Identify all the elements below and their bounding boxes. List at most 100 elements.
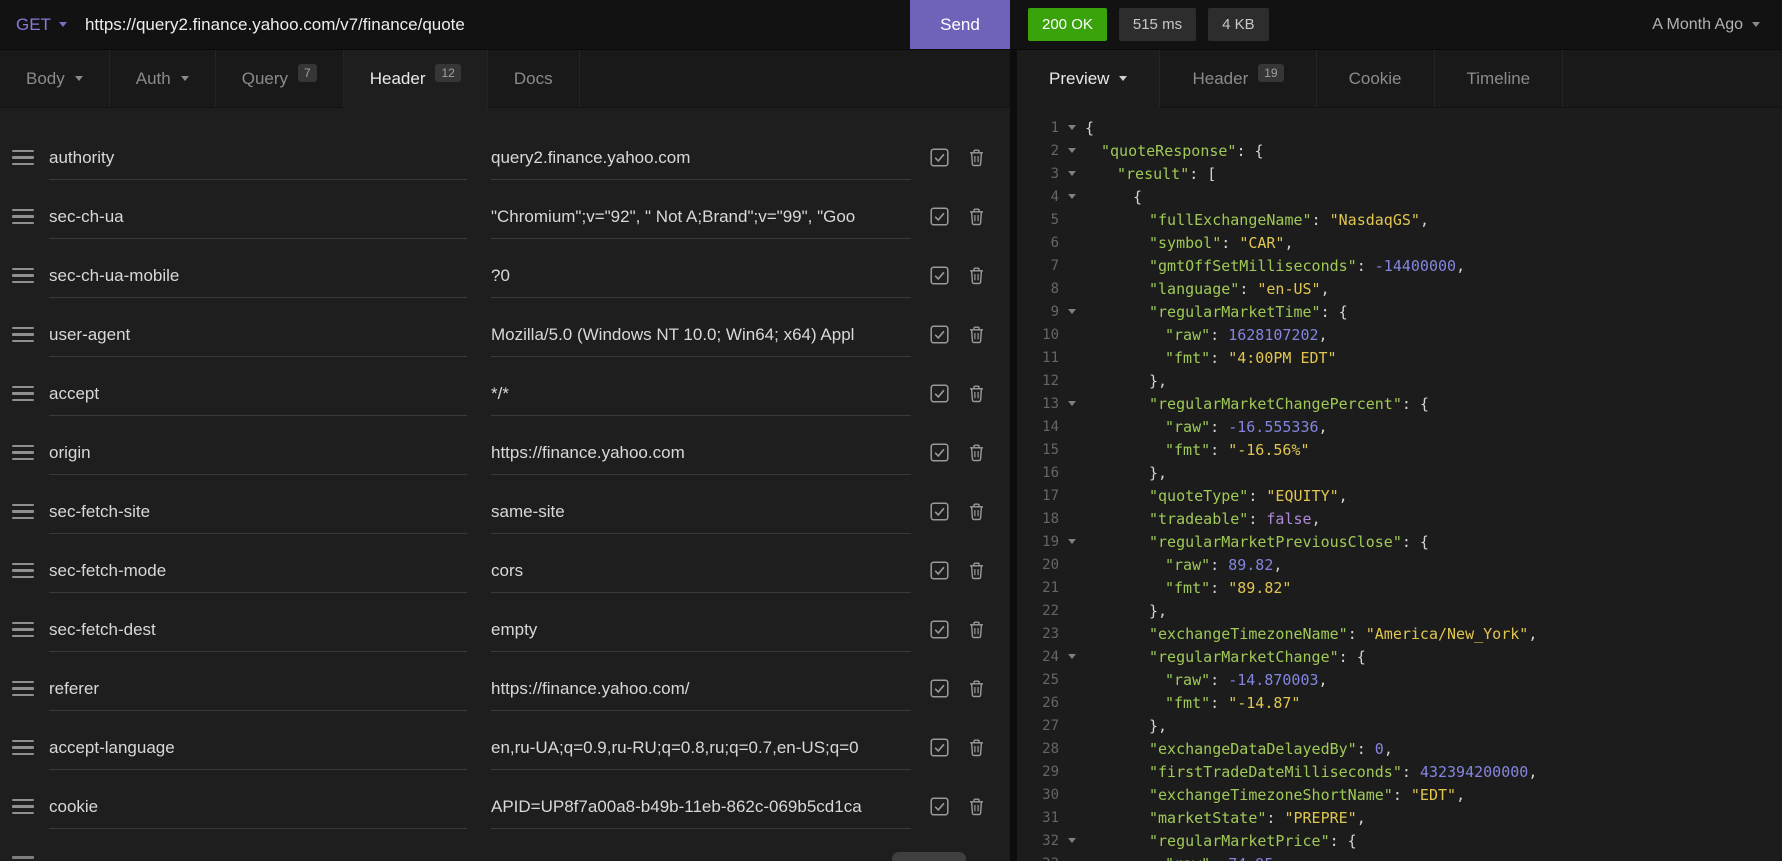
header-name-input[interactable]: sec-fetch-site <box>49 482 467 541</box>
fold-toggle-icon[interactable] <box>1059 401 1085 406</box>
response-tab-cookie[interactable]: Cookie <box>1317 50 1435 107</box>
drag-handle-icon[interactable] <box>12 208 34 225</box>
header-value-input[interactable]: https://finance.yahoo.com <box>491 423 911 482</box>
header-value-input[interactable]: query2.finance.yahoo.com <box>491 128 911 187</box>
header-value-input[interactable]: en,ru-UA;q=0.9,ru-RU;q=0.8,ru;q=0.7,en-U… <box>491 718 911 777</box>
url-input[interactable]: https://query2.finance.yahoo.com/v7/fina… <box>85 0 910 49</box>
line-number: 26 <box>1042 694 1059 711</box>
header-enabled-checkbox[interactable] <box>930 443 949 462</box>
response-json-viewer[interactable]: 1{2 "quoteResponse": {3 "result": [4{5 "ful… <box>1017 108 1782 861</box>
header-enabled-checkbox[interactable] <box>930 620 949 639</box>
code-text: "symbol": "CAR", <box>1149 233 1294 252</box>
header-row: origin https://finance.yahoo.com <box>0 423 1010 482</box>
fold-toggle-icon[interactable] <box>1059 171 1085 176</box>
delete-header-button[interactable] <box>968 207 985 226</box>
header-enabled-checkbox[interactable] <box>930 738 949 757</box>
header-enabled-checkbox[interactable] <box>930 502 949 521</box>
drag-handle-icon[interactable] <box>12 267 34 284</box>
header-enabled-checkbox[interactable] <box>930 207 949 226</box>
line-number: 16 <box>1042 464 1059 481</box>
request-tab-query[interactable]: Query 7 <box>216 50 344 107</box>
delete-header-button[interactable] <box>968 561 985 580</box>
header-enabled-checkbox[interactable] <box>930 266 949 285</box>
header-name-input[interactable]: origin <box>49 423 467 482</box>
request-tab-body[interactable]: Body <box>0 50 110 107</box>
scrollbar-thumb[interactable] <box>892 852 966 861</box>
header-name-input[interactable]: accept <box>49 364 467 423</box>
drag-handle-icon[interactable] <box>12 326 34 343</box>
method-dropdown[interactable]: GET <box>0 0 85 49</box>
drag-handle-icon[interactable] <box>12 798 34 815</box>
fold-toggle-icon[interactable] <box>1059 194 1085 199</box>
drag-handle-icon[interactable] <box>12 149 34 166</box>
header-value-input[interactable]: cors <box>491 541 911 600</box>
header-value-input[interactable]: empty <box>491 600 911 659</box>
drag-handle-icon[interactable] <box>12 503 34 520</box>
drag-handle-icon[interactable] <box>12 856 34 861</box>
response-tab-timeline[interactable]: Timeline <box>1435 50 1564 107</box>
delete-header-button[interactable] <box>968 620 985 639</box>
fold-toggle-icon[interactable] <box>1059 309 1085 314</box>
header-enabled-checkbox[interactable] <box>930 325 949 344</box>
history-dropdown[interactable]: A Month Ago <box>1652 16 1782 34</box>
fold-toggle-icon[interactable] <box>1059 654 1085 659</box>
header-name-input[interactable]: sec-fetch-dest <box>49 600 467 659</box>
delete-header-button[interactable] <box>968 325 985 344</box>
header-value-input[interactable]: APID=UP8f7a00a8-b49b-11eb-862c-069b5cd1c… <box>491 777 911 836</box>
fold-toggle-icon[interactable] <box>1059 539 1085 544</box>
delete-header-button[interactable] <box>968 738 985 757</box>
header-enabled-checkbox[interactable] <box>930 148 949 167</box>
fold-toggle-icon[interactable] <box>1059 838 1085 843</box>
chevron-down-icon <box>1068 125 1076 130</box>
request-tab-docs[interactable]: Docs <box>488 50 580 107</box>
header-name-input[interactable]: sec-fetch-mode <box>49 541 467 600</box>
drag-handle-icon[interactable] <box>12 444 34 461</box>
drag-handle-icon[interactable] <box>12 680 34 697</box>
header-row: user-agent Mozilla/5.0 (Windows NT 10.0;… <box>0 305 1010 364</box>
drag-handle-icon[interactable] <box>12 385 34 402</box>
request-tab-header[interactable]: Header 12 <box>343 50 488 108</box>
header-value-input[interactable]: https://finance.yahoo.com/ <box>491 659 911 718</box>
code-text: "raw": 74.95, <box>1085 855 1282 861</box>
delete-header-button[interactable] <box>968 679 985 698</box>
fold-toggle-icon[interactable] <box>1059 125 1085 130</box>
delete-header-button[interactable] <box>968 443 985 462</box>
header-enabled-checkbox[interactable] <box>930 561 949 580</box>
header-enabled-checkbox[interactable] <box>930 384 949 403</box>
header-name-input[interactable]: accept-language <box>49 718 467 777</box>
send-button[interactable]: Send <box>910 0 1010 49</box>
header-value-input[interactable]: "Chromium";v="92", " Not A;Brand";v="99"… <box>491 187 911 246</box>
header-name-input[interactable]: sec-ch-ua-mobile <box>49 246 467 305</box>
response-tab-header[interactable]: Header 19 <box>1160 50 1317 107</box>
header-value-input[interactable]: Mozilla/5.0 (Windows NT 10.0; Win64; x64… <box>491 305 911 364</box>
code-text: "firstTradeDateMilliseconds": 4323942000… <box>1149 762 1538 781</box>
drag-handle-icon[interactable] <box>12 739 34 756</box>
header-name-input[interactable]: user-agent <box>49 305 467 364</box>
request-tab-auth[interactable]: Auth <box>110 50 216 107</box>
header-value-input[interactable]: */* <box>491 364 911 423</box>
line-number: 14 <box>1042 418 1059 435</box>
code-text: "regularMarketTime": { <box>1149 302 1348 321</box>
header-name-input[interactable]: cookie <box>49 777 467 836</box>
delete-header-button[interactable] <box>968 502 985 521</box>
header-enabled-checkbox[interactable] <box>930 679 949 698</box>
panel-resize-divider[interactable] <box>1010 50 1017 861</box>
chevron-down-icon <box>1068 309 1076 314</box>
delete-header-button[interactable] <box>968 148 985 167</box>
drag-handle-icon[interactable] <box>12 621 34 638</box>
delete-header-button[interactable] <box>968 384 985 403</box>
header-row: sec-fetch-dest empty <box>0 600 1010 659</box>
header-value-input[interactable]: same-site <box>491 482 911 541</box>
fold-toggle-icon[interactable] <box>1059 148 1085 153</box>
header-name-input[interactable]: referer <box>49 659 467 718</box>
drag-handle-icon[interactable] <box>12 562 34 579</box>
header-name-input[interactable]: sec-ch-ua <box>49 187 467 246</box>
response-tab-preview[interactable]: Preview <box>1017 50 1161 108</box>
delete-header-button[interactable] <box>968 266 985 285</box>
delete-header-button[interactable] <box>968 797 985 816</box>
header-value-input[interactable]: ?0 <box>491 246 911 305</box>
header-value: en,ru-UA;q=0.9,ru-RU;q=0.8,ru;q=0.7,en-U… <box>491 737 859 757</box>
header-enabled-checkbox[interactable] <box>930 797 949 816</box>
header-name-input[interactable]: authority <box>49 128 467 187</box>
code-line: 28 "exchangeDataDelayedBy": 0, <box>1017 737 1782 760</box>
